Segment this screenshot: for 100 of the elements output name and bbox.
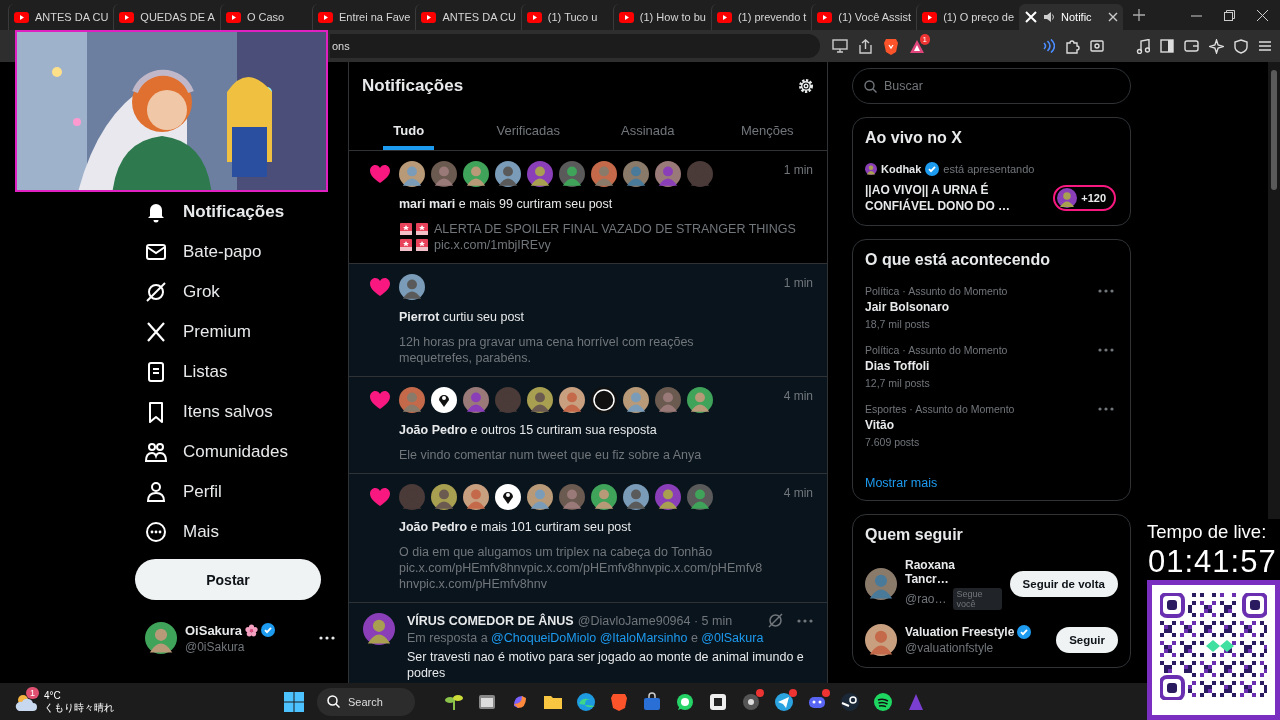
avatar[interactable]: [463, 161, 489, 187]
nav-item[interactable]: Notificações: [135, 192, 285, 232]
plus-icon[interactable]: [1132, 9, 1145, 21]
siren-icon: [415, 222, 429, 236]
notification-text: João Pedro e outros 15 curtiram sua resposta: [399, 423, 658, 437]
notification-item[interactable]: 4 min João Pedro e mais 101 curtiram seu post O dia em que alugamos um triplex na cabeça do Tonhão pic.x.com/pHEmfv8hnvpic.x.com/pHEmfv8hnvpic.x.com/pHEmfv8hnvpic.x.com/pHEmfv8hnv: [349, 474, 827, 603]
shield-icon[interactable]: [609, 691, 629, 712]
play-icon: [526, 11, 542, 23]
notification-item[interactable]: 4 min João Pedro e outros 15 curtiram sua resposta Ele vindo comentar num tweet que eu fiz sobre a Anya: [349, 377, 827, 474]
follow-button[interactable]: Seguir: [1056, 627, 1118, 653]
avatar[interactable]: [865, 163, 877, 175]
user-handle: @rao…: [905, 592, 947, 606]
sparkle-icon[interactable]: [1209, 38, 1224, 54]
search-field[interactable]: Buscar: [852, 68, 1131, 104]
avatar[interactable]: [591, 484, 617, 510]
user-handle: @valuationfstyle: [905, 641, 994, 655]
sound-bars-icon[interactable]: [873, 691, 893, 712]
tab[interactable]: Tudo: [383, 110, 435, 150]
avatar[interactable]: [559, 387, 585, 413]
shield-icon[interactable]: [1234, 38, 1248, 54]
avatar[interactable]: [623, 484, 649, 510]
card-title: Quem seguir: [865, 526, 964, 544]
settings-icon[interactable]: [798, 78, 814, 94]
avatar[interactable]: [559, 161, 585, 187]
windows-icon[interactable]: [284, 691, 304, 712]
chat-bubble-icon[interactable]: [675, 691, 695, 712]
avatar[interactable]: [431, 484, 457, 510]
avatar[interactable]: [527, 161, 553, 187]
nav-item[interactable]: Grok: [135, 272, 220, 312]
avatar[interactable]: [591, 387, 617, 413]
notification-item[interactable]: 1 min mari mari e mais 99 curtiram seu post ALERTA DE SPOILER FINAL VAZADO DE STRANGER THINGS pic.x.com/1mbjIREvy: [349, 151, 827, 264]
box-icon[interactable]: [1090, 39, 1104, 53]
avatar[interactable]: [463, 484, 489, 510]
follow-button[interactable]: Seguir de volta: [1009, 571, 1118, 597]
share-icon[interactable]: [858, 38, 873, 54]
globe-icon[interactable]: [576, 691, 596, 712]
trend-name[interactable]: Dias Toffoli: [865, 359, 1008, 373]
avatar[interactable]: [431, 387, 457, 413]
restore-icon[interactable]: [1224, 9, 1235, 21]
avatar[interactable]: [865, 624, 897, 656]
trend-name[interactable]: Vitão: [865, 418, 1015, 432]
avatar[interactable]: [655, 484, 681, 510]
show-more-link[interactable]: Mostrar mais: [865, 476, 938, 490]
listeners-badge[interactable]: +120: [1053, 185, 1116, 211]
mention-link[interactable]: @0lSakura: [701, 631, 764, 645]
mention-link[interactable]: @ChoqueiDoMiolo: [491, 631, 597, 645]
bag-icon[interactable]: [642, 691, 662, 712]
avatar[interactable]: [527, 484, 553, 510]
scrollbar[interactable]: [1268, 62, 1280, 519]
avatar[interactable]: [399, 274, 425, 300]
post-button[interactable]: Postar: [135, 559, 321, 600]
nav-item[interactable]: Premium: [135, 312, 251, 352]
search-box[interactable]: Search: [317, 687, 415, 716]
record-icon[interactable]: [741, 691, 761, 712]
tab[interactable]: Menções: [730, 110, 804, 150]
nav-item[interactable]: Bate-papo: [135, 232, 262, 272]
avatar[interactable]: [527, 387, 553, 413]
browser-tab[interactable]: Notific: [1019, 4, 1123, 30]
trend-name[interactable]: Jair Bolsonaro: [865, 300, 1008, 314]
play-icon: [317, 11, 333, 23]
temperature: 4°C: [44, 689, 62, 702]
puzzle-icon[interactable]: [1065, 38, 1080, 54]
avatar[interactable]: [1057, 188, 1078, 208]
close-icon[interactable]: [1257, 9, 1268, 21]
nav-item[interactable]: Perfil: [135, 472, 222, 512]
avatar[interactable]: [363, 613, 395, 645]
notification-badge: 1: [26, 686, 39, 699]
notification-item[interactable]: VÍRUS COMEDOR DE ÂNUS @DiavloJame90964 · 5 min Em resposta a @ChoqueiDoMiolo @ItaloMarsinho e @0lSakura Ser travesti nao é motivo para ser jogado ao monte de animal imundo e podres: [349, 603, 827, 683]
lion-icon[interactable]: [883, 37, 899, 55]
sound-wave-icon[interactable]: [1041, 39, 1055, 53]
avatar[interactable]: [623, 387, 649, 413]
more-icon[interactable]: [319, 636, 335, 640]
slashed-circle-icon[interactable]: [768, 613, 783, 628]
tab[interactable]: Verificadas: [486, 110, 571, 150]
close-icon[interactable]: [1107, 12, 1118, 22]
avatar[interactable]: [495, 484, 521, 510]
nav-item[interactable]: Listas: [135, 352, 228, 392]
post-preview: 12h horas pra gravar uma cena horrível com reações mequetrefes, parabéns.: [399, 334, 695, 366]
music-icon[interactable]: [1136, 38, 1150, 54]
avatar[interactable]: [687, 387, 713, 413]
post-preview: Ele vindo comentar num tweet que eu fiz sobre a Anya: [399, 447, 703, 463]
nav-item[interactable]: Comunidades: [135, 432, 288, 472]
wallet-icon[interactable]: [1184, 39, 1199, 53]
address-field[interactable]: ons: [330, 34, 820, 58]
sidebar-icon[interactable]: [1160, 39, 1174, 53]
nav-item[interactable]: Mais: [135, 512, 219, 552]
play-icon: [421, 11, 437, 23]
avatar[interactable]: [145, 622, 177, 654]
avatar[interactable]: [687, 484, 713, 510]
nav-item[interactable]: Itens salvos: [135, 392, 273, 432]
avatar[interactable]: [399, 161, 425, 187]
paper-plane-icon[interactable]: [774, 691, 794, 712]
app-icon[interactable]: [708, 691, 728, 712]
avatar[interactable]: [495, 161, 521, 187]
tab[interactable]: Assinada: [611, 110, 685, 150]
notification-item[interactable]: 1 min Pierrot curtiu seu post 12h horas pra gravar uma cena horrível com reações mequetrefes, parabéns.: [349, 264, 827, 377]
menu-icon[interactable]: [1258, 40, 1272, 52]
mention-link[interactable]: @ItaloMarsinho: [599, 631, 688, 645]
monitor-icon[interactable]: [832, 39, 848, 53]
steam-icon[interactable]: [840, 691, 860, 712]
